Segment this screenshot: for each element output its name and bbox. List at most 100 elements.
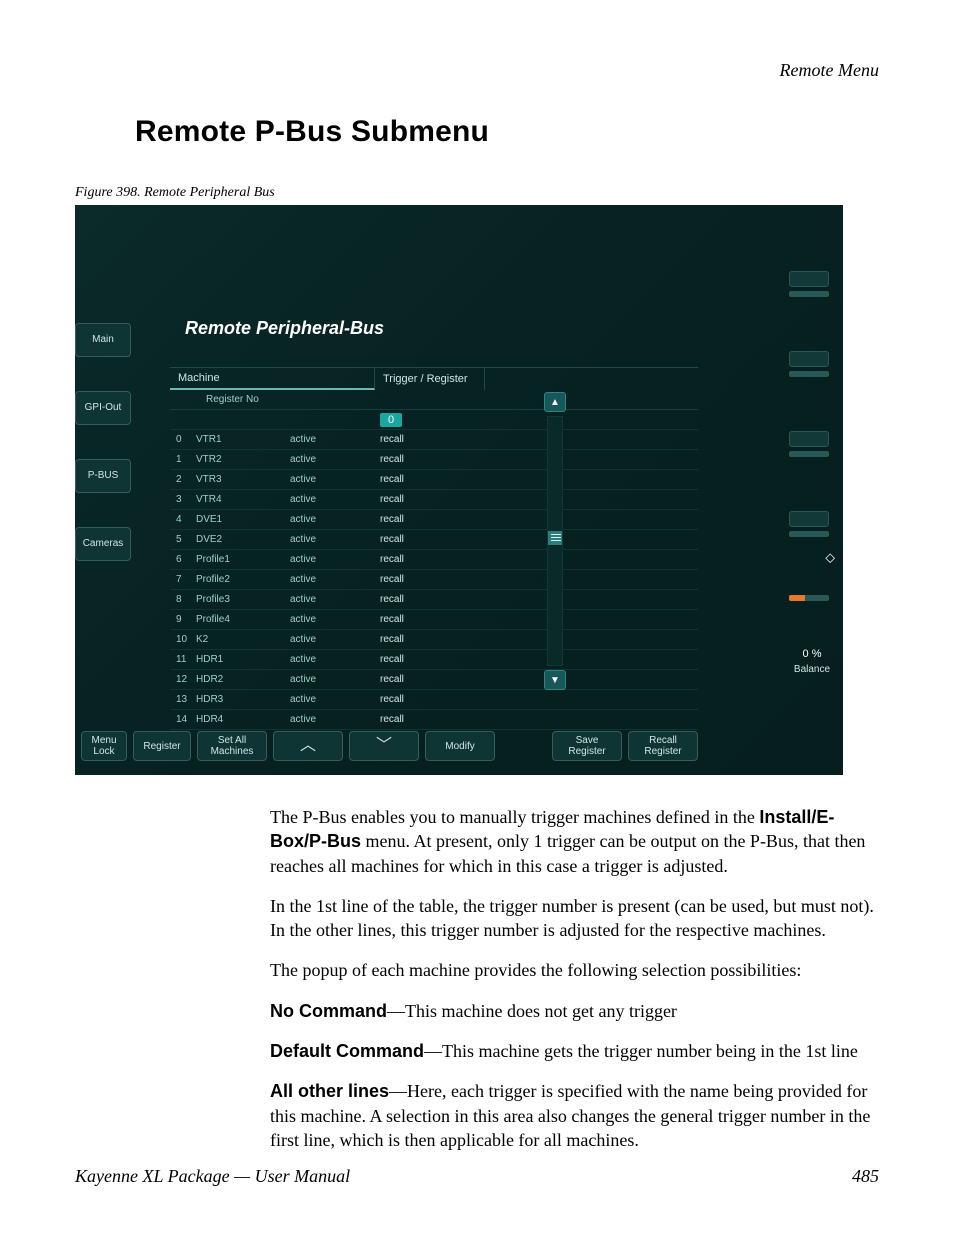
row-trigger[interactable]: recall	[374, 694, 444, 705]
row-trigger[interactable]: recall	[374, 534, 444, 545]
table-row[interactable]: 5DVE2activerecall	[170, 530, 698, 550]
row-status: active	[290, 474, 374, 485]
knob-2[interactable]	[783, 345, 843, 425]
table-row[interactable]: 9Profile4activerecall	[170, 610, 698, 630]
content-area: Machine Trigger / Register Register No 0…	[170, 367, 698, 710]
table-row[interactable]: 8Profile3activerecall	[170, 590, 698, 610]
row-trigger[interactable]: recall	[374, 494, 444, 505]
row-name: Profile4	[196, 614, 290, 625]
row-index: 11	[170, 654, 196, 665]
figure-caption: Figure 398. Remote Peripheral Bus	[75, 185, 879, 201]
register-button[interactable]: Register	[133, 731, 191, 761]
side-nav-gpi-out[interactable]: GPI-Out	[75, 391, 131, 425]
save-register-button[interactable]: Save Register	[552, 731, 622, 761]
row-trigger[interactable]: recall	[374, 554, 444, 565]
recall-register-button[interactable]: Recall Register	[628, 731, 698, 761]
row-trigger[interactable]: recall	[374, 674, 444, 685]
scroll-up-button[interactable]: ▲	[544, 392, 566, 412]
set-all-machines-button[interactable]: Set All Machines	[197, 731, 267, 761]
row-name: VTR3	[196, 474, 290, 485]
col-trigger[interactable]: Trigger / Register	[375, 368, 485, 390]
scrollbar[interactable]: ▲ ▼	[542, 390, 568, 692]
table-row[interactable]: 1VTR2activerecall	[170, 450, 698, 470]
table-row[interactable]: 0VTR1activerecall	[170, 430, 698, 450]
knob-1[interactable]	[783, 265, 843, 345]
row-trigger[interactable]: recall	[374, 574, 444, 585]
row-name: HDR2	[196, 674, 290, 685]
row-trigger[interactable]: recall	[374, 654, 444, 665]
row-index: 10	[170, 634, 196, 645]
chevron-up-icon: ︿	[300, 737, 316, 755]
col-machine[interactable]: Machine	[170, 368, 375, 390]
row-status: active	[290, 574, 374, 585]
row-trigger[interactable]: recall	[374, 594, 444, 605]
body-text: The P-Bus enables you to manually trigge…	[270, 805, 879, 1152]
row-status: active	[290, 554, 374, 565]
row-trigger[interactable]: recall	[374, 714, 444, 725]
term-all-other-lines: All other lines	[270, 1081, 389, 1101]
row-index: 6	[170, 554, 196, 565]
side-nav-main[interactable]: Main	[75, 323, 131, 357]
knob-4[interactable]: ⬦	[783, 505, 843, 585]
table-row-header[interactable]: 0	[170, 410, 698, 430]
row-trigger[interactable]: recall	[374, 474, 444, 485]
app-screenshot: Main GPI-Out P-BUS Cameras Remote Periph…	[75, 205, 843, 775]
row-name: VTR2	[196, 454, 290, 465]
table-row[interactable]: 12HDR2activerecall	[170, 670, 698, 690]
row-name: VTR4	[196, 494, 290, 505]
triangle-up-icon: ▲	[550, 397, 560, 408]
paragraph-1: The P-Bus enables you to manually trigge…	[270, 805, 879, 878]
row-status: active	[290, 714, 374, 725]
scroll-down-button[interactable]: ▼	[544, 670, 566, 690]
scroll-track[interactable]	[547, 416, 563, 666]
row-index: 9	[170, 614, 196, 625]
paragraph-2: In the 1st line of the table, the trigge…	[270, 894, 879, 943]
triangle-down-icon: ▼	[550, 675, 560, 686]
row-name: HDR3	[196, 694, 290, 705]
paragraph-6: All other lines—Here, each trigger is sp…	[270, 1079, 879, 1152]
row-trigger[interactable]: 0	[374, 413, 444, 427]
text: —This machine does not get any trigger	[387, 1001, 677, 1021]
row-status: active	[290, 614, 374, 625]
table-row[interactable]: 7Profile2activerecall	[170, 570, 698, 590]
row-index: 8	[170, 594, 196, 605]
row-index: 0	[170, 434, 196, 445]
table-row[interactable]: 2VTR3activerecall	[170, 470, 698, 490]
row-status: active	[290, 514, 374, 525]
table-row[interactable]: 3VTR4activerecall	[170, 490, 698, 510]
table-row[interactable]: 11HDR1activerecall	[170, 650, 698, 670]
machine-table: Register No 00VTR1activerecall1VTR2activ…	[170, 390, 698, 730]
balance-label: Balance	[787, 664, 837, 675]
table-row[interactable]: 14HDR4activerecall	[170, 710, 698, 730]
row-name: Profile1	[196, 554, 290, 565]
term-default-command: Default Command	[270, 1041, 424, 1061]
nav-up-button[interactable]: ︿	[273, 731, 343, 761]
row-index: 12	[170, 674, 196, 685]
row-index: 7	[170, 574, 196, 585]
scroll-thumb[interactable]	[548, 531, 562, 545]
row-status: active	[290, 434, 374, 445]
side-nav-cameras[interactable]: Cameras	[75, 527, 131, 561]
row-index: 2	[170, 474, 196, 485]
nav-down-button[interactable]: ﹀	[349, 731, 419, 761]
table-row[interactable]: 4DVE1activerecall	[170, 510, 698, 530]
row-trigger[interactable]: recall	[374, 634, 444, 645]
knob-3[interactable]	[783, 425, 843, 505]
row-trigger[interactable]: recall	[374, 514, 444, 525]
side-nav-p-bus[interactable]: P-BUS	[75, 459, 131, 493]
row-status: active	[290, 534, 374, 545]
row-trigger[interactable]: recall	[374, 434, 444, 445]
up-down-arrows-icon[interactable]: ⬦	[825, 549, 835, 566]
row-status: active	[290, 694, 374, 705]
row-status: active	[290, 634, 374, 645]
table-row[interactable]: 13HDR3activerecall	[170, 690, 698, 710]
row-trigger[interactable]: recall	[374, 614, 444, 625]
table-row[interactable]: 10K2activerecall	[170, 630, 698, 650]
modify-button[interactable]: Modify	[425, 731, 495, 761]
row-status: active	[290, 454, 374, 465]
paragraph-3: The popup of each machine provides the f…	[270, 958, 879, 982]
menu-lock-button[interactable]: Menu Lock	[81, 731, 127, 761]
row-name: Profile2	[196, 574, 290, 585]
row-trigger[interactable]: recall	[374, 454, 444, 465]
table-row[interactable]: 6Profile1activerecall	[170, 550, 698, 570]
